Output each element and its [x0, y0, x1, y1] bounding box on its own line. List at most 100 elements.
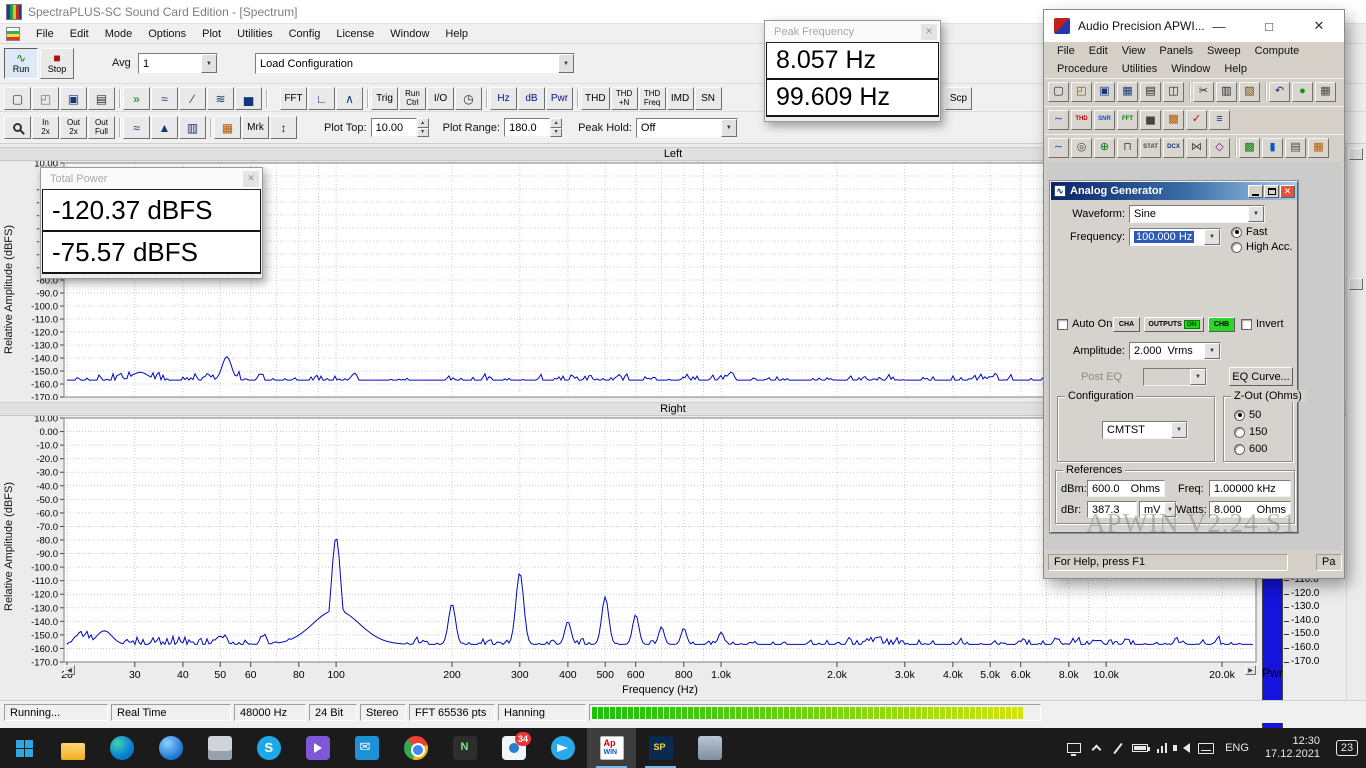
peak-frequency-titlebar[interactable]: Peak Frequency ✕: [765, 21, 940, 42]
generator-close-button[interactable]: ✕: [1280, 185, 1295, 198]
ap-fft-panel-icon[interactable]: FFT: [1117, 110, 1138, 130]
zout-radio-600[interactable]: [1234, 444, 1245, 455]
volume-icon[interactable]: [1173, 728, 1195, 768]
ap-go-icon[interactable]: ●: [1292, 82, 1313, 102]
clock[interactable]: 12:30 17.12.2021: [1257, 735, 1328, 761]
total-power-titlebar[interactable]: Total Power ✕: [41, 168, 262, 189]
mdi-child-icon[interactable]: [6, 27, 20, 41]
ap-open-icon[interactable]: ◰: [1071, 82, 1092, 102]
peak-hold-select[interactable]: Off ▼: [636, 118, 738, 138]
menu-item-file[interactable]: File: [28, 26, 62, 42]
generator-minimize-button[interactable]: [1248, 185, 1263, 198]
ap-log-icon[interactable]: ≡: [1209, 110, 1230, 130]
ap-generator-icon[interactable]: ∼: [1048, 138, 1069, 158]
ap-digital-io-icon[interactable]: ⊕: [1094, 138, 1115, 158]
snr-button[interactable]: SN: [695, 87, 722, 110]
peak-hold-dropdown-icon[interactable]: ▼: [721, 119, 737, 137]
zoom-icon[interactable]: [4, 116, 31, 139]
menu-item-license[interactable]: License: [328, 26, 382, 42]
taskbar-app-steel[interactable]: [685, 728, 734, 768]
menu-item-mode[interactable]: Mode: [97, 26, 141, 42]
open-file-icon[interactable]: ◰: [32, 87, 59, 110]
peak-frequency-close-icon[interactable]: ✕: [921, 24, 937, 40]
zoom-out-full-button[interactable]: OutFull: [88, 116, 115, 139]
panel-scroll-thumb[interactable]: [1349, 278, 1363, 290]
ap-undo-icon[interactable]: ↶: [1269, 82, 1290, 102]
ap-scope-panel-icon[interactable]: ∼: [1048, 110, 1069, 130]
scope-button[interactable]: Scp: [945, 87, 972, 110]
marker-line-icon[interactable]: ↕: [270, 116, 297, 139]
ap-new-icon[interactable]: ▢: [1048, 82, 1069, 102]
run-button[interactable]: ∿ Run: [4, 48, 38, 79]
marker-button[interactable]: Mrk: [242, 116, 269, 139]
start-button[interactable]: [0, 728, 48, 768]
plot-range-spinner[interactable]: ▲▼: [550, 118, 562, 137]
fft-settings-button[interactable]: FFT: [280, 87, 307, 110]
ap-panel-green-icon[interactable]: ▩: [1239, 138, 1260, 158]
menu-item-edit[interactable]: Edit: [62, 26, 97, 42]
spectrum-bars-icon[interactable]: ▅: [235, 87, 262, 110]
zout-option-50[interactable]: 50: [1234, 409, 1261, 421]
dense-waveform-icon[interactable]: ≋: [207, 87, 234, 110]
hidden-icons-chevron-icon[interactable]: [1085, 728, 1107, 768]
ap-print-icon[interactable]: ▤: [1140, 82, 1161, 102]
taskbar-edge[interactable]: [97, 728, 146, 768]
frequency-dropdown-icon[interactable]: ▼: [1204, 229, 1220, 245]
channel-b-button[interactable]: CHB: [1208, 317, 1235, 332]
menu-item-options[interactable]: Options: [140, 26, 194, 42]
load-configuration-select[interactable]: Load Configuration ▼: [255, 53, 575, 74]
ap-menu-utilities[interactable]: Utilities: [1115, 62, 1164, 76]
ap-menu-window[interactable]: Window: [1164, 62, 1217, 76]
amplitude-input[interactable]: 2.000Vrms ▼: [1129, 342, 1221, 360]
run-control-button[interactable]: RunCtrl: [399, 87, 426, 110]
notification-center-button[interactable]: 23: [1328, 728, 1366, 768]
ap-sweep-panel-icon[interactable]: ▅: [1140, 110, 1161, 130]
ap-menu-view[interactable]: View: [1115, 44, 1153, 58]
ap-switcher-icon[interactable]: ⋈: [1186, 138, 1207, 158]
line-plot-icon[interactable]: ∕: [179, 87, 206, 110]
dbm-input[interactable]: 600.0 Ohms: [1087, 480, 1165, 497]
ap-save-icon[interactable]: ▣: [1094, 82, 1115, 102]
line-trace-icon[interactable]: ≈: [123, 116, 150, 139]
frequency-high-acc-option[interactable]: High Acc.: [1231, 241, 1292, 253]
stop-button[interactable]: ■ Stop: [40, 48, 74, 79]
taskbar-skype[interactable]: [244, 728, 293, 768]
ap-menu-sweep[interactable]: Sweep: [1200, 44, 1248, 58]
configuration-dropdown-icon[interactable]: ▼: [1171, 422, 1187, 438]
taskbar-apwin[interactable]: [587, 728, 636, 768]
auto-on-checkbox[interactable]: [1057, 319, 1068, 330]
ap-grid-icon[interactable]: ▦: [1315, 82, 1336, 102]
spin-up-icon[interactable]: ▲: [417, 118, 429, 128]
ap-dcx-icon[interactable]: DCX: [1163, 138, 1184, 158]
amplitude-dropdown-icon[interactable]: ▼: [1204, 343, 1220, 359]
io-device-button[interactable]: I/O: [427, 87, 454, 110]
peak-frequency-panel[interactable]: Peak Frequency ✕ 8.057 Hz 99.609 Hz: [764, 20, 941, 122]
print-icon[interactable]: ▤: [88, 87, 115, 110]
ap-thd-panel-icon[interactable]: THD: [1071, 110, 1092, 130]
spin-down-icon[interactable]: ▼: [417, 128, 429, 138]
ap-color-graph-icon[interactable]: ▩: [1163, 110, 1184, 130]
zout-radio-50[interactable]: [1234, 410, 1245, 421]
ap-menu-procedure[interactable]: Procedure: [1050, 62, 1115, 76]
menu-item-plot[interactable]: Plot: [194, 26, 229, 42]
frequency-fast-option[interactable]: Fast: [1231, 226, 1267, 238]
apwin-close-button[interactable]: ✕: [1294, 10, 1344, 42]
ap-jitter-icon[interactable]: ⊓: [1117, 138, 1138, 158]
invert-checkbox[interactable]: [1241, 319, 1252, 330]
frequency-input[interactable]: 100.000 Hz ▼: [1129, 228, 1221, 246]
trigger-button[interactable]: Trig: [371, 87, 398, 110]
total-power-panel[interactable]: Total Power ✕ -120.37 dBFS -75.57 dBFS: [40, 167, 263, 279]
new-file-icon[interactable]: ▢: [4, 87, 31, 110]
zoom-out-2x-button[interactable]: Out2x: [60, 116, 87, 139]
waveform-select[interactable]: Sine ▼: [1129, 205, 1265, 223]
apwin-maximize-button[interactable]: □: [1244, 10, 1294, 42]
panel-splitter-button[interactable]: [1349, 148, 1363, 160]
ap-analyzer-icon[interactable]: ◎: [1071, 138, 1092, 158]
spectrum-view-icon[interactable]: ∧: [336, 87, 363, 110]
ap-verify-icon[interactable]: ✓: [1186, 110, 1207, 130]
spectrogram-icon[interactable]: ▦: [214, 116, 241, 139]
spin-up-icon[interactable]: ▲: [550, 118, 562, 128]
taskbar-chrome[interactable]: [391, 728, 440, 768]
load-configuration-dropdown-icon[interactable]: ▼: [558, 54, 574, 73]
generator-maximize-button[interactable]: [1264, 185, 1279, 198]
